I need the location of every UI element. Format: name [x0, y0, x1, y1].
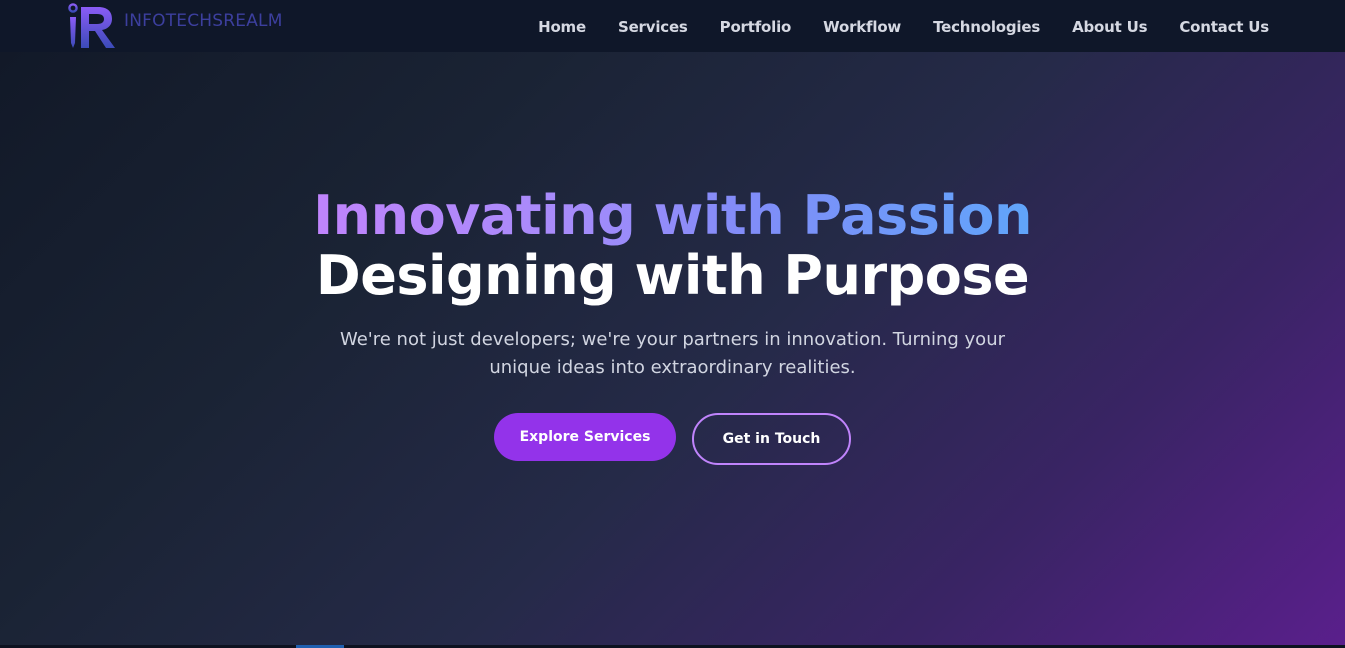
navbar: INFOTECHSREALM Home Services Portfolio W… — [0, 0, 1345, 52]
nav-link-portfolio[interactable]: Portfolio — [720, 18, 792, 36]
brand-logo-link[interactable]: INFOTECHSREALM — [68, 3, 283, 49]
nav-item-workflow: Workflow — [823, 17, 901, 36]
nav-link-contact-us[interactable]: Contact Us — [1179, 18, 1269, 36]
page: INFOTECHSREALM Home Services Portfolio W… — [0, 0, 1345, 648]
get-in-touch-button[interactable]: Get in Touch — [692, 413, 851, 465]
nav-link-technologies[interactable]: Technologies — [933, 18, 1040, 36]
hero-section: Innovating with Passion Designing with P… — [0, 52, 1345, 648]
nav-item-about-us: About Us — [1072, 17, 1147, 36]
nav-item-portfolio: Portfolio — [720, 17, 792, 36]
nav-item-home: Home — [538, 17, 586, 36]
hero-headline-solid: Designing with Purpose — [315, 244, 1030, 307]
nav-link-workflow[interactable]: Workflow — [823, 18, 901, 36]
hero-cta-row: Explore Services Get in Touch — [0, 413, 1345, 465]
explore-services-button[interactable]: Explore Services — [494, 413, 676, 461]
nav-item-technologies: Technologies — [933, 17, 1040, 36]
nav-link-services[interactable]: Services — [618, 18, 688, 36]
nav-link-about-us[interactable]: About Us — [1072, 18, 1147, 36]
brand-name: INFOTECHSREALM — [124, 11, 283, 31]
nav-item-contact-us: Contact Us — [1179, 17, 1269, 36]
hero-headline-gradient: Innovating with Passion — [0, 184, 1345, 248]
nav-item-services: Services — [618, 17, 688, 36]
ir-monogram-icon — [68, 3, 115, 48]
nav-menu: Home Services Portfolio Workflow Technol… — [538, 0, 1269, 52]
hero-subtitle: We're not just developers; we're your pa… — [339, 329, 1006, 378]
hero-headline-gradient-text: Innovating with Passion — [313, 184, 1032, 247]
nav-link-home[interactable]: Home — [538, 18, 586, 36]
